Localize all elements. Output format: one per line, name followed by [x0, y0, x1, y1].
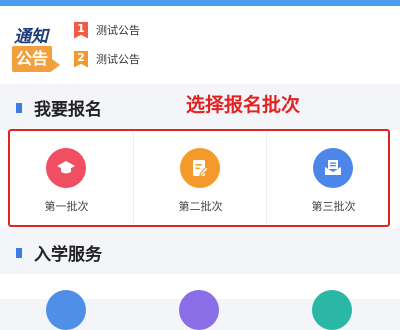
service-icon-1[interactable]: [46, 290, 86, 330]
notice-logo-bottom: 公告: [12, 46, 52, 72]
highlight-box: [8, 129, 390, 227]
annotation-text: 选择报名批次: [186, 94, 301, 116]
services-title-label: 入学服务: [34, 245, 102, 265]
service-icon-2[interactable]: [179, 290, 219, 330]
notice-logo-top: 通知: [14, 27, 48, 47]
register-section-title: 我要报名: [16, 95, 102, 120]
notice-logo-tail: [52, 59, 60, 71]
notice-item[interactable]: 1 测试公告: [74, 20, 140, 40]
services-section-title: 入学服务: [16, 240, 102, 265]
notice-item-text[interactable]: 测试公告: [96, 51, 140, 67]
notice-index-badge: 2: [74, 50, 88, 68]
section-marker: [16, 102, 22, 113]
service-icon-3[interactable]: [312, 290, 352, 330]
notice-index-badge: 1: [74, 21, 88, 39]
notice-panel: 通知 公告: [0, 6, 400, 84]
notice-item-text[interactable]: 测试公告: [96, 22, 140, 38]
notice-logo: 通知 公告: [10, 22, 66, 80]
register-title-label: 我要报名: [34, 100, 102, 120]
notice-item[interactable]: 2 测试公告: [74, 49, 140, 69]
section-marker: [16, 247, 22, 258]
